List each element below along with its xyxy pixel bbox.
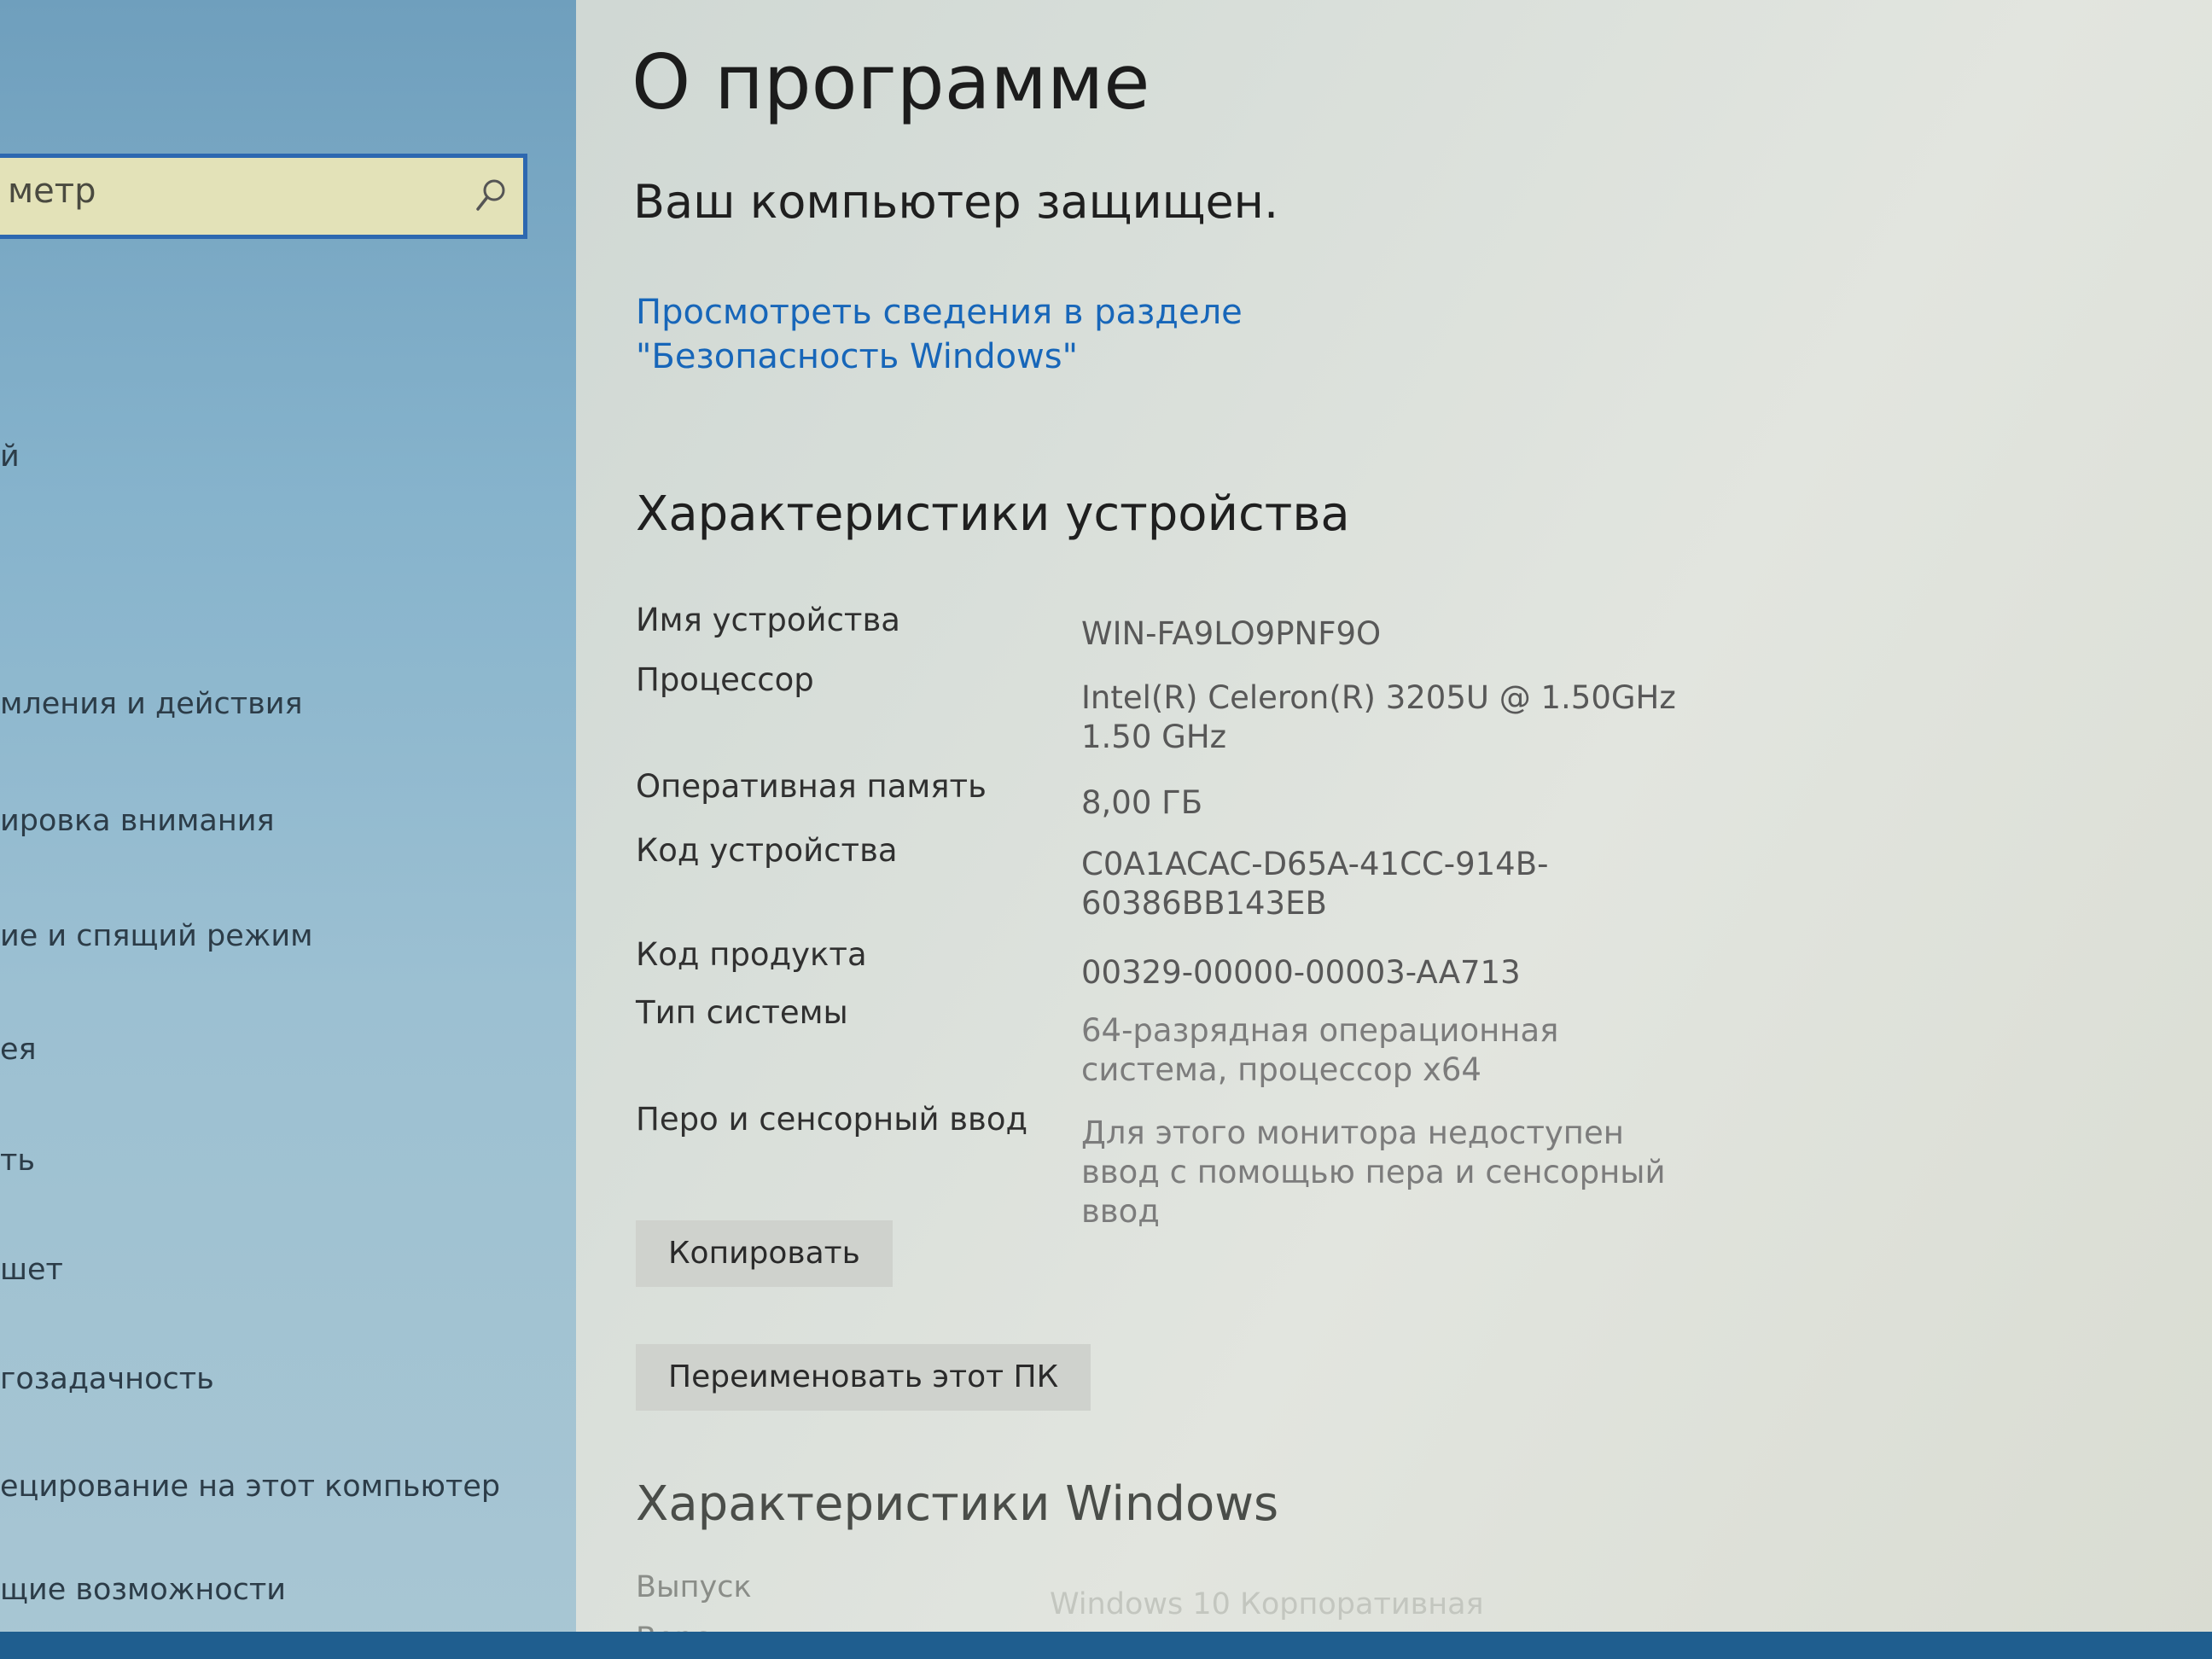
search-icon[interactable] bbox=[474, 177, 508, 214]
protection-status: Ваш компьютер защищен. bbox=[633, 175, 1279, 229]
spec-label-edition: Выпуск bbox=[636, 1570, 752, 1604]
main-content: О программе Ваш компьютер защищен. Просм… bbox=[632, 0, 2202, 1659]
taskbar bbox=[0, 1632, 2212, 1659]
sidebar-item-notifications[interactable]: мления и действия bbox=[0, 687, 303, 721]
spec-label-ram: Оперативная память bbox=[636, 768, 987, 805]
settings-window: метр й мления и действия ировка внимания… bbox=[0, 0, 2212, 1659]
spec-label-device-id: Код устройства bbox=[636, 832, 898, 869]
sidebar-item-projecting[interactable]: ецирование на этот компьютер bbox=[0, 1470, 500, 1504]
search-input-value: метр bbox=[8, 172, 96, 211]
spec-label-processor: Процессор bbox=[636, 661, 814, 698]
sidebar-item-multitasking[interactable]: гозадачность bbox=[0, 1362, 214, 1396]
rename-pc-button[interactable]: Переименовать этот ПК bbox=[636, 1344, 1091, 1411]
sidebar-item-storage[interactable]: ть bbox=[0, 1144, 35, 1178]
spec-value-device-name: WIN-FA9LO9PNF9O bbox=[1081, 615, 1382, 652]
spec-value-ram: 8,00 ГБ bbox=[1081, 784, 1203, 821]
spec-label-device-name: Имя устройства bbox=[636, 602, 900, 638]
spec-value-pen-touch: Для этого монитора недоступен ввод с пом… bbox=[1081, 1115, 1666, 1230]
spec-label-product-id: Код продукта bbox=[636, 936, 867, 973]
spec-label-system-type: Тип системы bbox=[636, 994, 848, 1031]
sidebar-item-power-sleep[interactable]: ие и спящий режим bbox=[0, 919, 312, 953]
sidebar-item-focus-assist[interactable]: ировка внимания bbox=[0, 804, 275, 838]
search-input[interactable]: метр bbox=[0, 154, 527, 239]
windows-specs-header: Характеристики Windows bbox=[636, 1476, 1279, 1532]
sidebar: метр й мления и действия ировка внимания… bbox=[0, 0, 576, 1659]
copy-button[interactable]: Копировать bbox=[636, 1220, 893, 1287]
spec-label-pen-touch: Перо и сенсорный ввод bbox=[636, 1101, 1028, 1138]
sidebar-item-tablet[interactable]: шет bbox=[0, 1253, 63, 1287]
spec-value-edition: Windows 10 Корпоративная bbox=[1050, 1587, 1484, 1621]
page-title: О программе bbox=[632, 38, 1150, 126]
spec-value-processor: Intel(R) Celeron(R) 3205U @ 1.50GHz 1.50… bbox=[1081, 679, 1676, 755]
spec-value-product-id: 00329-00000-00003-AA713 bbox=[1081, 954, 1521, 991]
sidebar-item-shared-experiences[interactable]: щие возможности bbox=[0, 1573, 286, 1607]
sidebar-item-battery[interactable]: ея bbox=[0, 1033, 37, 1067]
spec-value-device-id: C0A1ACAC-D65A-41CC-914B-60386BB143EB bbox=[1081, 846, 1549, 922]
device-specs-header: Характеристики устройства bbox=[636, 486, 1350, 542]
sidebar-item[interactable]: й bbox=[0, 439, 20, 474]
spec-value-system-type: 64-разрядная операционная система, проце… bbox=[1081, 1012, 1559, 1088]
security-details-link[interactable]: Просмотреть сведения в разделе "Безопасн… bbox=[636, 290, 1489, 379]
